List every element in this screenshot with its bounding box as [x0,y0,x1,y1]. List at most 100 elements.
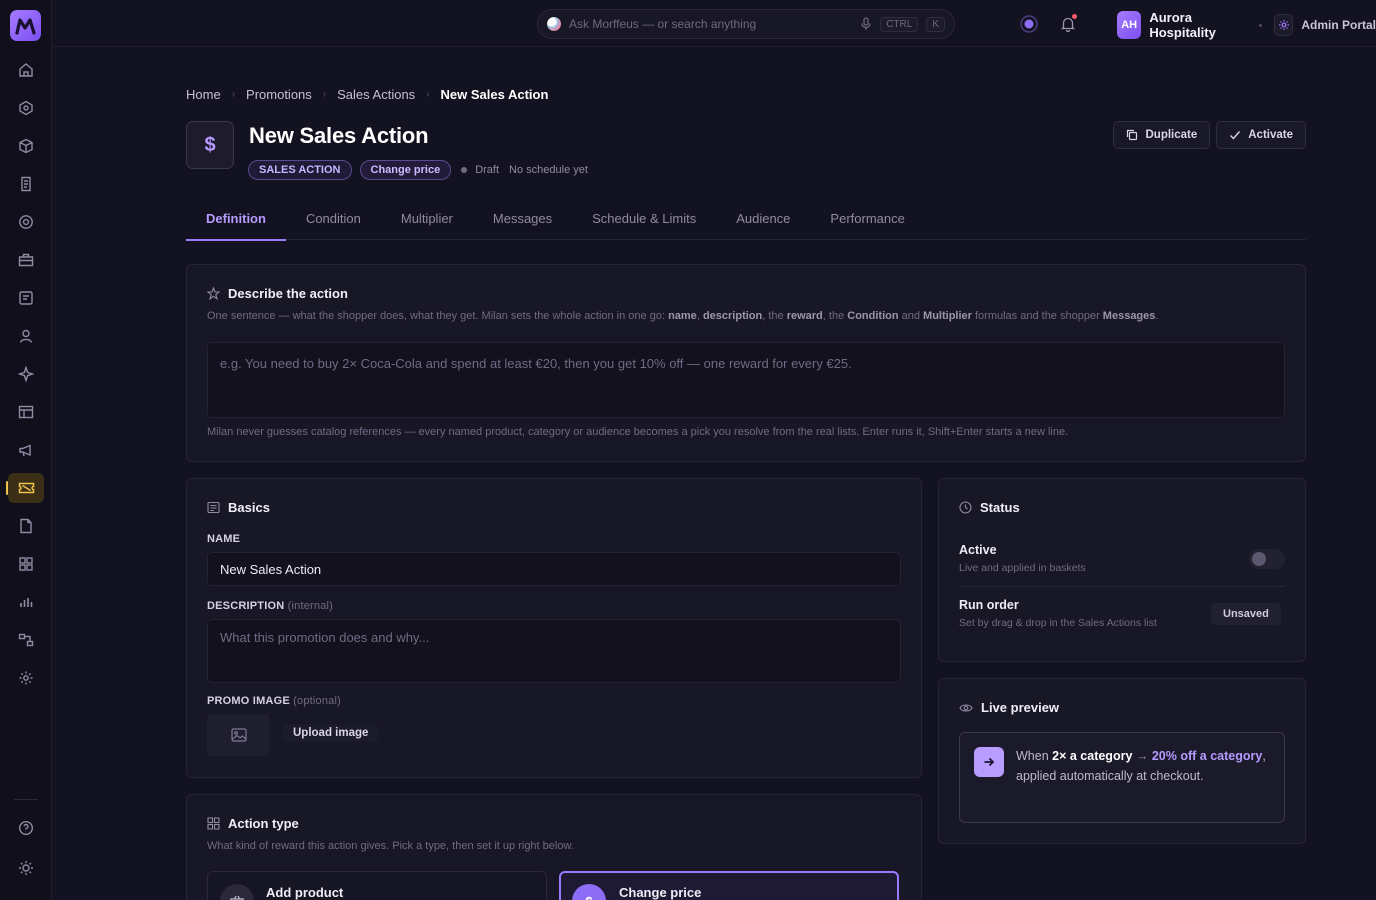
description-field[interactable]: What this promotion does and why... [207,619,901,683]
status-title-text: Status [980,500,1020,515]
tab-audience[interactable]: Audience [716,203,810,240]
receipt-icon[interactable] [8,169,44,199]
basics-title: Basics [207,500,270,515]
help-text: . [1155,310,1159,322]
duplicate-button[interactable]: Duplicate [1113,121,1211,149]
image-label-text: PROMO IMAGE [207,695,290,707]
breadcrumb-current: New Sales Action [440,87,549,102]
active-toggle[interactable] [1249,549,1285,569]
copy-icon [1126,129,1138,141]
live-preview-title: Live preview [959,700,1059,715]
breadcrumb-home[interactable]: Home [186,87,221,102]
briefcase-icon[interactable] [8,245,44,275]
name-field[interactable]: New Sales Action [207,552,901,586]
describe-input[interactable]: e.g. You need to buy 2× Coca-Cola and sp… [207,342,1285,418]
grid-icon [207,817,220,830]
name-label: NAME [207,533,241,545]
breadcrumb-sales-actions[interactable]: Sales Actions [337,87,415,102]
tab-messages[interactable]: Messages [473,203,572,240]
help-icon[interactable] [8,813,44,843]
describe-help: One sentence — what the shopper does, wh… [207,310,1159,322]
list-icon [207,501,220,514]
breadcrumb: Home › Promotions › Sales Actions › New … [186,87,548,102]
status-dot [461,167,468,173]
megaphone-icon[interactable] [8,435,44,465]
image-placeholder-icon[interactable] [207,714,270,756]
active-label: Active [959,543,997,557]
app-logo[interactable] [10,10,41,41]
globe-icon[interactable] [8,207,44,237]
dollar-icon: $ [186,121,234,169]
portal-name: Admin Portal [1301,18,1376,32]
chevron-right-icon: › [322,89,327,100]
home-icon[interactable] [8,55,44,85]
preview-arrow-text: → [1132,749,1152,763]
tab-multiplier[interactable]: Multiplier [381,203,473,240]
type-option-add-product[interactable]: Add product [207,871,547,900]
file-icon[interactable] [8,511,44,541]
breadcrumb-promotions[interactable]: Promotions [246,87,312,102]
image-label: PROMO IMAGE (optional) [207,695,341,707]
live-preview-title-text: Live preview [981,700,1060,715]
help-text: , the [822,310,848,322]
sun-icon[interactable] [8,853,44,883]
hexagon-icon[interactable] [8,93,44,123]
help-reward: reward [786,310,823,322]
tab-schedule-limits[interactable]: Schedule & Limits [572,203,716,240]
org-name: Aurora Hospitality [1149,10,1216,40]
basics-title-text: Basics [228,500,270,515]
tab-condition[interactable]: Condition [286,203,381,240]
basket-icon [220,884,254,900]
describe-card: Describe the action One sentence — what … [186,264,1306,462]
help-name: name [668,310,697,322]
ticket-icon[interactable] [6,473,44,503]
separator-dot [1259,23,1262,27]
help-text: formulas and the shopper [971,310,1103,322]
run-order-sub: Set by drag & drop in the Sales Actions … [959,617,1157,629]
activate-button[interactable]: Activate [1216,121,1306,149]
help-text: One sentence — what the shopper does, wh… [207,310,669,322]
assistant-orb-icon [547,17,561,31]
unsaved-badge: Unsaved [1211,603,1281,625]
type-option-label: Change price [619,885,702,900]
run-order-label: Run order [959,598,1019,612]
check-icon [1229,129,1241,141]
assistant-status-icon[interactable] [1018,13,1040,35]
status-text: Draft [475,164,500,176]
grid-icon[interactable] [8,549,44,579]
flow-icon[interactable] [8,625,44,655]
type-option-change-price[interactable]: $ Change price [559,871,899,900]
settings-icon[interactable] [8,663,44,693]
upload-image-button[interactable]: Upload image [283,724,379,742]
sparkle-icon[interactable] [8,359,44,389]
shortcut-ctrl: CTRL [880,16,919,32]
description-label: DESCRIPTION (internal) [207,600,333,612]
description-note: (internal) [287,600,334,612]
search-input[interactable]: Ask Morffeus — or search anything CTRL K [537,9,955,39]
describe-title: Describe the action [207,286,348,301]
live-preview-card: Live preview When 2× a category → 20% of… [938,678,1306,844]
bar-chart-icon[interactable] [8,587,44,617]
table-icon[interactable] [8,397,44,427]
user-icon[interactable] [8,321,44,351]
bell-icon[interactable] [1057,13,1079,35]
arrow-right-icon [974,747,1004,777]
preview-reward: 20% off a category [1151,749,1263,763]
action-type-title: Action type [207,816,299,831]
preview-condition: 2× a category [1052,749,1133,763]
tab-performance[interactable]: Performance [810,203,924,240]
tab-definition[interactable]: Definition [186,203,286,241]
document-list-icon[interactable] [8,283,44,313]
microphone-icon[interactable] [860,17,872,31]
eye-icon [959,702,973,714]
box-icon[interactable] [8,131,44,161]
org-switcher[interactable]: AH Aurora Hospitality Admin Portal [1117,10,1376,40]
status-title: Status [959,500,1020,515]
dollar-icon: $ [572,884,606,900]
tab-bar: Definition Condition Multiplier Messages… [186,203,1306,241]
sidebar [0,0,52,900]
preview-box: When 2× a category → 20% off a category,… [959,732,1285,823]
help-multiplier: Multiplier [923,310,972,322]
describe-footer: Milan never guesses catalog references —… [207,426,1069,438]
star-icon [207,287,220,300]
